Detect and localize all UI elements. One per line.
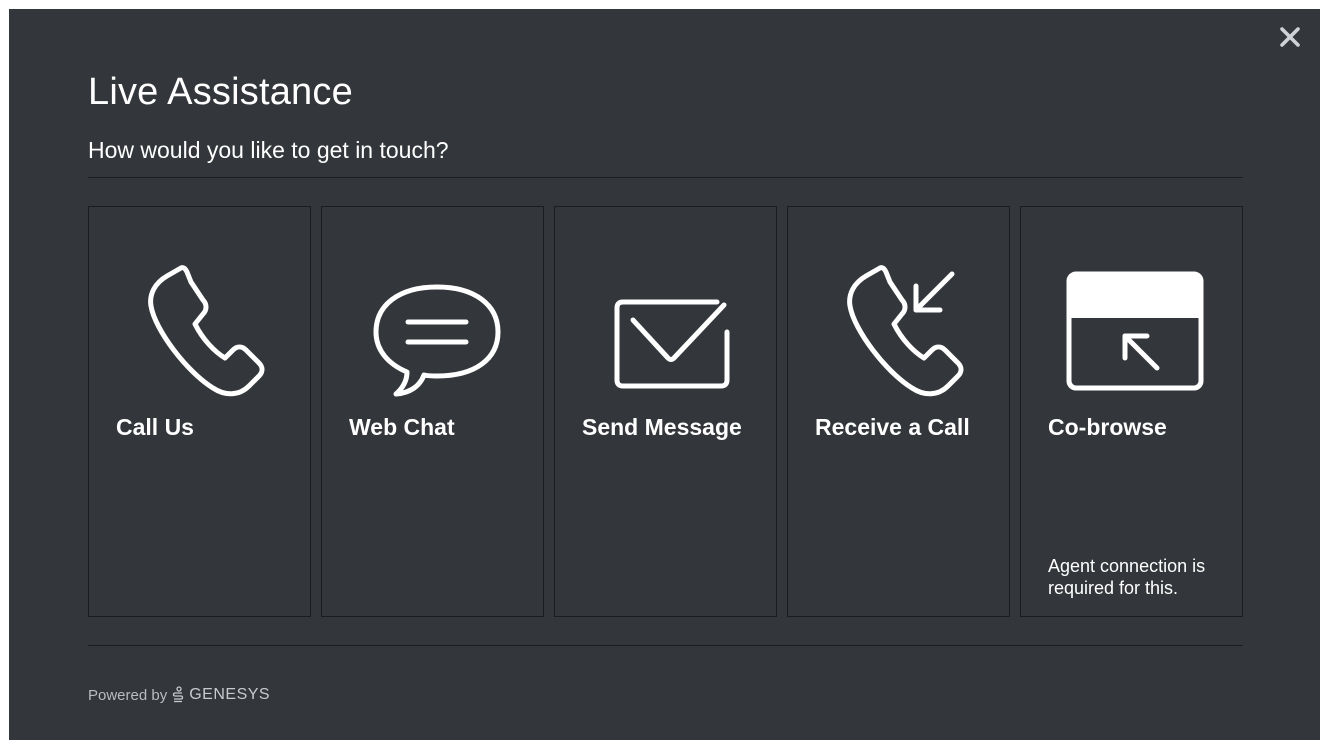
channel-card-send-message[interactable]: Send Message — [554, 206, 777, 617]
channel-label: Co-browse — [1048, 414, 1167, 440]
channel-card-co-browse[interactable]: Co-browse Agent connection is required f… — [1020, 206, 1243, 617]
close-icon — [1280, 27, 1300, 47]
envelope-icon — [614, 299, 730, 389]
channel-card-web-chat[interactable]: Web Chat — [321, 206, 544, 617]
brand-name[interactable]: GENESYS — [189, 686, 270, 704]
channel-card-receive-call[interactable]: Receive a Call — [787, 206, 1010, 617]
channel-note: Agent connection is required for this. — [1048, 556, 1206, 598]
genesys-logo-icon — [173, 686, 184, 703]
powered-by-text: Powered by — [88, 686, 168, 704]
close-button[interactable] — [1278, 25, 1302, 49]
chat-bubble-icon — [373, 284, 501, 397]
cobrowse-icon — [1066, 271, 1204, 391]
phone-icon — [148, 265, 265, 397]
live-assistance-dialog: Live Assistance How would you like to ge… — [9, 9, 1320, 740]
powered-by-footer: Powered by GENESYS — [88, 686, 270, 704]
dialog-title: Live Assistance — [88, 71, 353, 113]
dialog-subtitle: How would you like to get in touch? — [88, 137, 449, 163]
channel-card-call-us[interactable]: Call Us — [88, 206, 311, 617]
channel-label: Call Us — [116, 414, 194, 440]
bottom-divider — [88, 645, 1243, 646]
channel-options: Call Us Web Chat Send Message Receive a … — [88, 206, 1243, 617]
top-divider — [88, 177, 1243, 178]
channel-label: Web Chat — [349, 414, 455, 440]
channel-label: Send Message — [582, 414, 742, 440]
channel-label: Receive a Call — [815, 414, 970, 440]
phone-incoming-icon — [847, 265, 964, 397]
